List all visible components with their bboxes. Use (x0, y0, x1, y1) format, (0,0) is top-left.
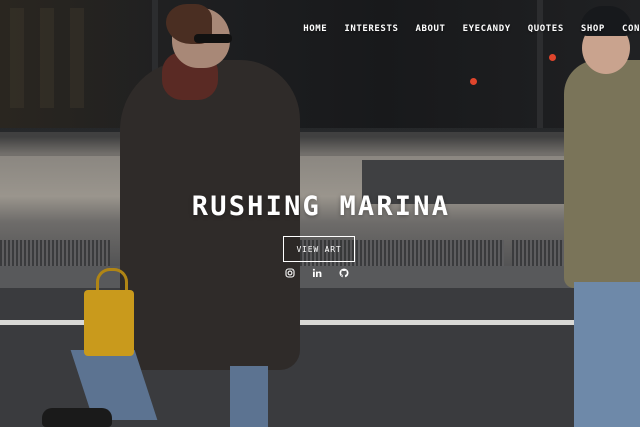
nav-quotes[interactable]: QUOTES (528, 24, 564, 34)
background-grate (0, 240, 110, 266)
background-window (40, 8, 54, 108)
man-jeans (574, 282, 640, 427)
nav-home[interactable]: HOME (303, 24, 327, 34)
github-icon[interactable] (339, 268, 349, 278)
background-sidewalk (0, 132, 640, 156)
instagram-icon[interactable] (285, 268, 295, 278)
nav-shop[interactable]: SHOP (581, 24, 605, 34)
traffic-light (549, 54, 556, 61)
main-nav: HOME INTERESTS ABOUT EYECANDY QUOTES SHO… (303, 24, 640, 34)
background-pillar (537, 0, 543, 128)
hero-section: HOME INTERESTS ABOUT EYECANDY QUOTES SHO… (0, 0, 640, 427)
background-window (10, 8, 24, 108)
background-window (70, 8, 84, 108)
background-grate (512, 240, 564, 266)
hero-title: RUSHING MARINA (191, 191, 451, 222)
view-art-button[interactable]: VIEW ART (283, 236, 355, 262)
woman-shoe (42, 408, 112, 427)
yellow-handbag (84, 290, 134, 356)
social-links (285, 268, 349, 278)
woman-jeans (230, 366, 268, 427)
background-building (0, 0, 640, 128)
nav-contact[interactable]: CON (622, 24, 640, 34)
man-jacket (564, 60, 640, 288)
linkedin-icon[interactable] (312, 268, 322, 278)
nav-eyecandy[interactable]: EYECANDY (463, 24, 511, 34)
traffic-light (470, 78, 477, 85)
sunglasses (194, 34, 232, 43)
road-marking (296, 320, 574, 325)
nav-about[interactable]: ABOUT (415, 24, 445, 34)
nav-interests[interactable]: INTERESTS (344, 24, 398, 34)
